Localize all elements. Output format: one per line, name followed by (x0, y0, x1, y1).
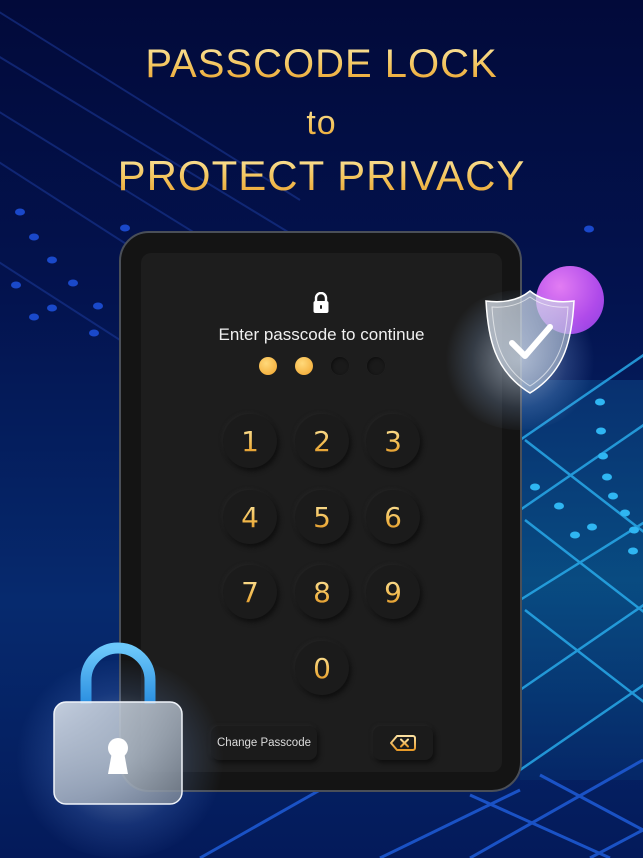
key-1[interactable]: 1 (223, 414, 277, 468)
padlock-icon (53, 642, 183, 805)
key-5[interactable]: 5 (295, 490, 349, 544)
passcode-dot (294, 357, 313, 375)
key-0[interactable]: 0 (295, 641, 349, 695)
backspace-button[interactable] (373, 726, 433, 760)
backspace-icon (390, 735, 416, 751)
key-7[interactable]: 7 (223, 565, 277, 619)
lock-icon (313, 292, 329, 313)
passcode-dot (366, 357, 385, 375)
headline-line-3: PROTECT PRIVACY (0, 152, 643, 200)
key-2[interactable]: 2 (295, 414, 349, 468)
key-4[interactable]: 4 (223, 490, 277, 544)
key-8[interactable]: 8 (295, 565, 349, 619)
passcode-dot (330, 357, 349, 375)
headline-line-1: PASSCODE LOCK (0, 42, 643, 87)
key-3[interactable]: 3 (366, 414, 420, 468)
headline-line-2: to (0, 104, 643, 143)
shield-check-icon (485, 290, 575, 394)
passcode-dot (258, 357, 277, 375)
key-6[interactable]: 6 (366, 490, 420, 544)
key-9[interactable]: 9 (366, 565, 420, 619)
